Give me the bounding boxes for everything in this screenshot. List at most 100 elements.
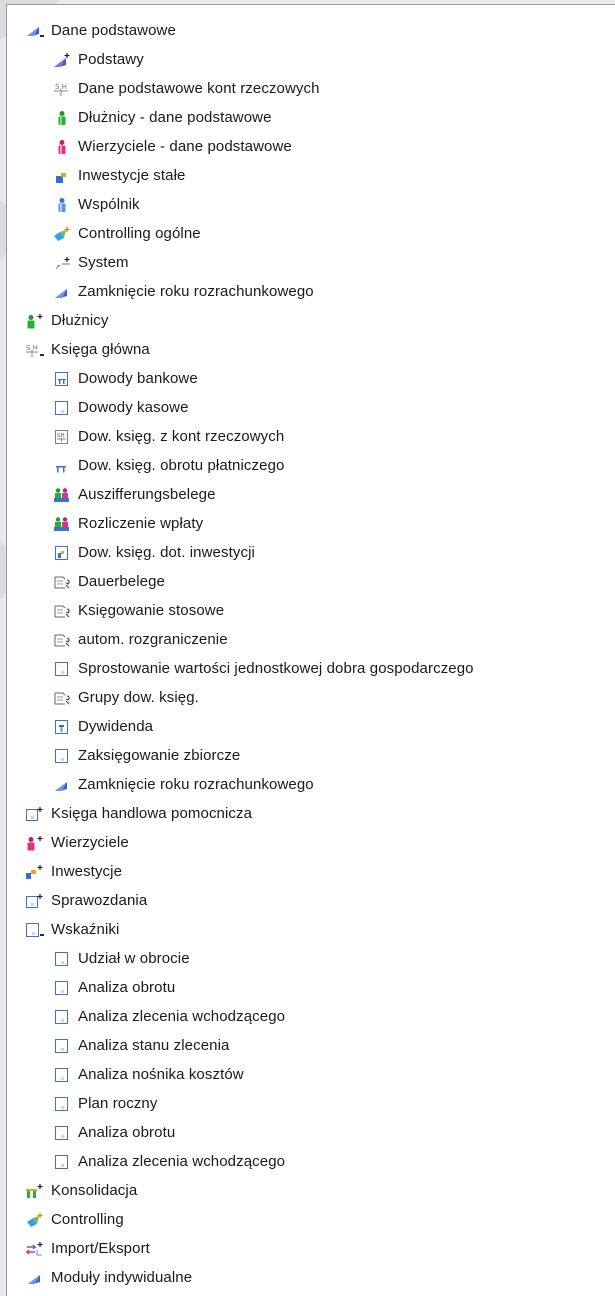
tree-item[interactable]: Dane podstawowe	[7, 16, 615, 45]
tree-item-label: Konsolidacja	[51, 1181, 138, 1199]
tree-item[interactable]: SH Dow. księg. z kont rzeczowych	[7, 422, 615, 451]
tree-item[interactable]: Dow. księg. dot. inwestycji	[7, 538, 615, 567]
tree-item[interactable]: Zamknięcie roku rozrachunkowego	[7, 277, 615, 306]
tree-item[interactable]: Dowody bankowe	[7, 364, 615, 393]
tree-item-label: Zaksięgowanie zbiorcze	[78, 746, 241, 764]
recurring-document-icon	[52, 603, 72, 619]
tree-item[interactable]: Wskaźniki	[7, 915, 615, 944]
tree-item[interactable]: Controlling ogólne	[7, 219, 615, 248]
tree-item[interactable]: Analiza zlecenia wchodzącego	[7, 1147, 615, 1176]
tree-item-label: Dane podstawowe kont rzeczowych	[78, 79, 320, 97]
tree-item-label: Dywidenda	[78, 717, 154, 735]
tree-item-label: Rozliczenie wpłaty	[78, 514, 204, 532]
document-icon	[52, 1154, 72, 1170]
tree-item[interactable]: Plan roczny	[7, 1089, 615, 1118]
payment-icon	[52, 458, 72, 474]
tree-item[interactable]: Udział w obrocie	[7, 944, 615, 973]
document-icon	[52, 980, 72, 996]
tree-item[interactable]: Analiza obrotu	[7, 973, 615, 1002]
tree-item[interactable]: Analiza stanu zlecenia	[7, 1031, 615, 1060]
tree-item-label: Księgowanie stosowe	[78, 601, 225, 619]
tree-item-label: System	[78, 253, 129, 271]
tree-item-label: Dowody bankowe	[78, 369, 198, 387]
system-plus-icon	[52, 255, 72, 271]
tree-item[interactable]: Dowody kasowe	[7, 393, 615, 422]
tree-item[interactable]: Sprawozdania	[7, 886, 615, 915]
svg-text:SH: SH	[57, 433, 65, 439]
tree-item[interactable]: Zamknięcie roku rozrachunkowego	[7, 770, 615, 799]
tree-item-label: Wspólnik	[78, 195, 140, 213]
tree-item[interactable]: Analiza nośnika kosztów	[7, 1060, 615, 1089]
dividend-document-icon	[52, 719, 72, 735]
tree-item-label: Księga handlowa pomocnicza	[51, 804, 253, 822]
tree-item[interactable]: Auszifferungsbelege	[7, 480, 615, 509]
bank-document-icon	[52, 371, 72, 387]
document-icon	[52, 1096, 72, 1112]
tree-item[interactable]: Wierzyciele - dane podstawowe	[7, 132, 615, 161]
tree-item[interactable]: Dow. księg. obrotu płatniczego	[7, 451, 615, 480]
tree-item-label: Analiza stanu zlecenia	[78, 1036, 230, 1054]
investment-icon	[52, 168, 72, 184]
tree-item-label: Wierzyciele - dane podstawowe	[78, 137, 292, 155]
tree-item[interactable]: Controlling	[7, 1205, 615, 1234]
tree-item-label: Zamknięcie roku rozrachunkowego	[78, 775, 314, 793]
pink-person-icon	[52, 139, 72, 155]
tree-item-label: Dłużnicy	[51, 311, 109, 329]
tree-item[interactable]: Księga handlowa pomocnicza	[7, 799, 615, 828]
tree-item[interactable]: Konsolidacja	[7, 1176, 615, 1205]
document-icon	[52, 748, 72, 764]
tree-item[interactable]: Analiza obrotu	[7, 1118, 615, 1147]
tree-item[interactable]: System	[7, 248, 615, 277]
ledger-sh-icon: S H	[52, 81, 72, 97]
tree-item[interactable]: Rozliczenie wpłaty	[7, 509, 615, 538]
document-icon	[52, 1067, 72, 1083]
document-icon	[52, 1009, 72, 1025]
tree-item[interactable]: Podstawy	[7, 45, 615, 74]
tree-item[interactable]: Dłużnicy - dane podstawowe	[7, 103, 615, 132]
ledger-document-icon: SH	[52, 429, 72, 445]
document-plus-icon	[25, 893, 45, 909]
tree-item-label: Analiza zlecenia wchodzącego	[78, 1152, 286, 1170]
tree-item[interactable]: S H Księga główna	[7, 335, 615, 364]
import-export-plus-icon	[25, 1241, 45, 1257]
tree-item-label: Auszifferungsbelege	[78, 485, 216, 503]
ledger-folder-icon: S H	[25, 342, 45, 358]
tree-item[interactable]: Grupy dow. księg.	[7, 683, 615, 712]
tree-item[interactable]: Inwestycje	[7, 857, 615, 886]
tree-item-label: autom. rozgraniczenie	[78, 630, 228, 648]
tree-item[interactable]: Moduły indywidualne	[7, 1263, 615, 1292]
blue-person-icon	[52, 197, 72, 213]
tree-item[interactable]: Wspólnik	[7, 190, 615, 219]
flag-icon	[25, 1270, 45, 1286]
flag-icon	[52, 777, 72, 793]
tree-item-label: Dane podstawowe	[51, 21, 176, 39]
tree-item[interactable]: Księgowanie stosowe	[7, 596, 615, 625]
tree-item-label: Analiza obrotu	[78, 978, 176, 996]
tree-item[interactable]: Sprostowanie wartości jednostkowej dobra…	[7, 654, 615, 683]
controlling-plus-icon	[52, 226, 72, 242]
tree-item-label: Sprostowanie wartości jednostkowej dobra…	[78, 659, 474, 677]
tree-item[interactable]: S H Dane podstawowe kont rzeczowych	[7, 74, 615, 103]
navigation-tree: Dane podstawowe Podstawy S H Dane podstawow…	[7, 16, 615, 1292]
tree-item[interactable]: autom. rozgraniczenie	[7, 625, 615, 654]
tree-item[interactable]: Zaksięgowanie zbiorcze	[7, 741, 615, 770]
tree-item[interactable]: Dywidenda	[7, 712, 615, 741]
tree-item-label: Moduły indywidualne	[51, 1268, 193, 1286]
tree-item[interactable]: Inwestycje stałe	[7, 161, 615, 190]
tree-item[interactable]: Analiza zlecenia wchodzącego	[7, 1002, 615, 1031]
document-icon	[52, 400, 72, 416]
tree-item[interactable]: Dauerbelege	[7, 567, 615, 596]
people-pair-icon	[52, 487, 72, 503]
recurring-document-icon	[52, 574, 72, 590]
tree-item-label: Plan roczny	[78, 1094, 158, 1112]
people-pair-icon	[52, 516, 72, 532]
tree-item-label: Udział w obrocie	[78, 949, 190, 967]
tree-item[interactable]: Wierzyciele	[7, 828, 615, 857]
tree-item-label: Analiza nośnika kosztów	[78, 1065, 244, 1083]
tree-item[interactable]: Import/Eksport	[7, 1234, 615, 1263]
flag-icon	[52, 284, 72, 300]
tree-item-label: Wierzyciele	[51, 833, 129, 851]
recurring-document-icon	[52, 690, 72, 706]
document-icon	[52, 661, 72, 677]
tree-item[interactable]: Dłużnicy	[7, 306, 615, 335]
